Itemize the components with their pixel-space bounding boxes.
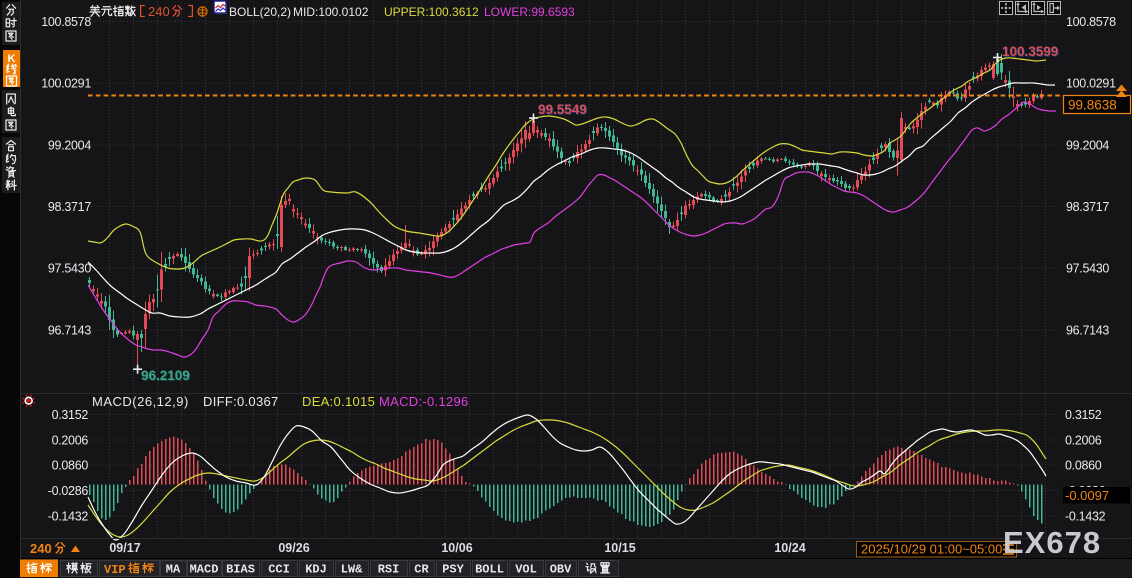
- svg-text:DEA:0.1015: DEA:0.1015: [302, 394, 375, 409]
- svg-text:VOL: VOL: [515, 563, 537, 577]
- svg-text:-0.0286: -0.0286: [48, 484, 89, 498]
- svg-text:10/15: 10/15: [604, 541, 635, 555]
- svg-text:LW&: LW&: [341, 563, 363, 577]
- svg-text:-0.1432: -0.1432: [1065, 510, 1106, 524]
- svg-text:100.8578: 100.8578: [1066, 15, 1116, 29]
- svg-text:BOLL: BOLL: [475, 563, 504, 577]
- svg-text:BOLL(20,2): BOLL(20,2): [229, 5, 291, 19]
- svg-text:100.0291: 100.0291: [41, 77, 91, 91]
- svg-text:OBV: OBV: [550, 563, 572, 577]
- svg-text:100.3599: 100.3599: [1002, 44, 1058, 59]
- svg-text:09/26: 09/26: [278, 541, 309, 555]
- svg-text:97.5430: 97.5430: [1066, 262, 1109, 276]
- svg-text:96.2109: 96.2109: [141, 368, 190, 383]
- svg-text:99.2004: 99.2004: [48, 138, 91, 152]
- svg-text:UPPER:100.3612: UPPER:100.3612: [384, 5, 479, 19]
- svg-text:97.5430: 97.5430: [48, 262, 91, 276]
- svg-text:0.0860: 0.0860: [52, 459, 89, 473]
- svg-text:MACD: MACD: [190, 563, 219, 577]
- svg-text:K: K: [8, 53, 16, 65]
- svg-text:0.3152: 0.3152: [52, 408, 89, 422]
- svg-text:96.7143: 96.7143: [1066, 323, 1109, 337]
- svg-text:PSY: PSY: [442, 563, 464, 577]
- svg-text:98.3717: 98.3717: [48, 200, 91, 214]
- svg-text:99.5549: 99.5549: [538, 102, 587, 117]
- svg-text:2025/10/29 01:00~05:00: 2025/10/29 01:00~05:00: [861, 542, 1002, 557]
- svg-text:EX678: EX678: [1003, 525, 1101, 560]
- svg-text:KDJ: KDJ: [305, 563, 327, 577]
- svg-text:VIP: VIP: [104, 563, 126, 577]
- svg-text:0.0860: 0.0860: [1065, 459, 1102, 473]
- svg-text:10/24: 10/24: [774, 541, 805, 555]
- svg-text:99.2004: 99.2004: [1066, 138, 1109, 152]
- svg-text:LOWER:99.6593: LOWER:99.6593: [484, 5, 575, 19]
- svg-text:240: 240: [148, 4, 170, 19]
- svg-text:-0.1432: -0.1432: [48, 510, 89, 524]
- svg-text:96.7143: 96.7143: [48, 323, 91, 337]
- svg-text:0.2006: 0.2006: [52, 433, 89, 447]
- svg-text:RSI: RSI: [378, 563, 400, 577]
- svg-text:99.8638: 99.8638: [1068, 98, 1117, 113]
- svg-text:MID:100.0102: MID:100.0102: [293, 5, 369, 19]
- svg-text:10/06: 10/06: [441, 541, 472, 555]
- svg-text:98.3717: 98.3717: [1066, 200, 1109, 214]
- svg-text:DIFF:0.0367: DIFF:0.0367: [203, 394, 279, 409]
- svg-text:MA: MA: [166, 563, 181, 577]
- svg-text:-0.0097: -0.0097: [1065, 488, 1109, 503]
- svg-text:BIAS: BIAS: [226, 563, 255, 577]
- svg-text:100.8578: 100.8578: [41, 15, 91, 29]
- svg-text:0.3152: 0.3152: [1065, 408, 1102, 422]
- svg-text:100.0291: 100.0291: [1066, 77, 1116, 91]
- svg-text:CCI: CCI: [268, 563, 290, 577]
- svg-text:MACD:-0.1296: MACD:-0.1296: [379, 394, 469, 409]
- svg-text:MACD(26,12,9): MACD(26,12,9): [92, 394, 189, 409]
- svg-text:240: 240: [30, 541, 52, 556]
- svg-text:0.2006: 0.2006: [1065, 433, 1102, 447]
- svg-text:CR: CR: [414, 563, 429, 577]
- svg-text:09/17: 09/17: [109, 541, 140, 555]
